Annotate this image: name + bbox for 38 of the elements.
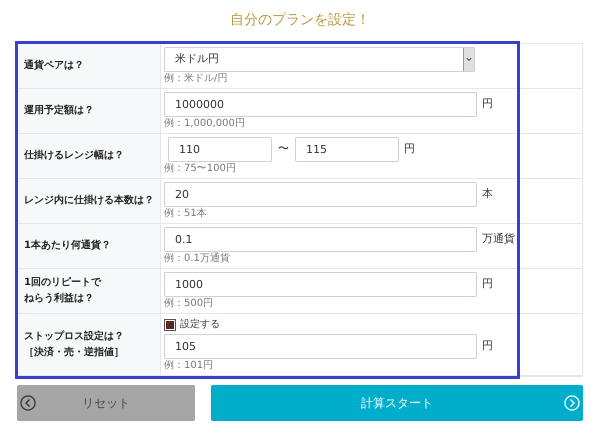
checkbox-label: 設定する (180, 318, 220, 332)
dropdown[interactable]: 米ドル円 (164, 47, 475, 72)
hint-text: 例：0.1万通貨 (164, 253, 231, 265)
unit-label: 円 (482, 276, 493, 292)
unit-label: 円 (404, 141, 415, 158)
checkbox[interactable] (164, 318, 176, 330)
row-label: 仕掛けるレンジ幅は？ (24, 148, 124, 163)
chevron-right-circle-icon (564, 395, 580, 411)
row-label: 通貨ペアは？ (24, 58, 84, 73)
input-field[interactable]: 1000 (164, 272, 477, 297)
chevron-left-circle-icon (20, 395, 36, 411)
input-field[interactable]: 105 (164, 334, 477, 359)
input-field[interactable]: 1000000 (164, 92, 477, 117)
hint-text: 例：500円 (164, 298, 214, 310)
row-label: ［決済・売・逆指値］ (24, 345, 124, 360)
input-field[interactable]: 0.1 (164, 227, 477, 252)
row-label: ストップロス設定は？ (24, 329, 124, 344)
unit-label: 本 (482, 186, 493, 202)
row-label: レンジ内に仕掛ける本数は？ (24, 194, 154, 208)
hint-text: 例：1,000,000円 (164, 118, 246, 130)
hint-text: 例：101円 (164, 360, 214, 372)
row-label: 1回のリピートで (24, 276, 101, 290)
chevron-down-icon (463, 48, 474, 71)
range-separator: 〜 (278, 141, 289, 158)
row-label: ねらう利益は？ (24, 292, 94, 306)
reset-button[interactable]: リセット (17, 385, 195, 421)
unit-label: 万通貨 (482, 231, 515, 248)
row-label: 運用予定額は？ (24, 103, 94, 118)
input-field[interactable]: 20 (164, 182, 477, 207)
input-field[interactable]: 110 (168, 137, 272, 162)
hint-text: 例：米ドル/円 (164, 73, 228, 85)
input-field[interactable]: 115 (295, 137, 399, 162)
row-label: 1本あたり何通貨？ (24, 238, 111, 253)
hint-text: 例：75〜100円 (164, 163, 237, 175)
unit-label: 円 (482, 338, 493, 354)
page-title: 自分のプランを設定！ (230, 11, 370, 30)
unit-label: 円 (482, 96, 493, 112)
hint-text: 例：51本 (164, 208, 208, 220)
